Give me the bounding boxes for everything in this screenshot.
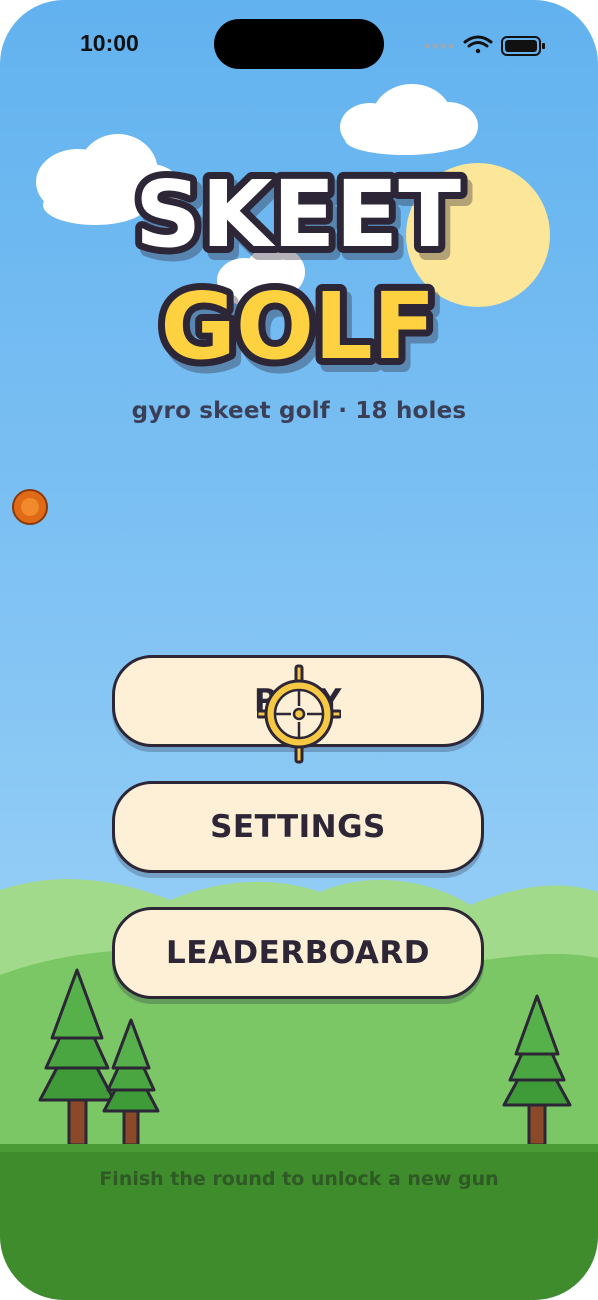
title-line1: SKEET — [135, 161, 461, 268]
leaderboard-button-label: LEADERBOARD — [166, 935, 430, 971]
game-subtitle: gyro skeet golf · 18 holes — [131, 398, 467, 424]
game-title-logo: SKEET SKEET SKEET GOLF GOLF GOLF — [128, 154, 473, 390]
unlock-hint: Finish the round to unlock a new gun — [99, 1168, 499, 1190]
dynamic-island — [214, 19, 384, 69]
wifi-icon — [463, 35, 493, 54]
status-bar: 10:00 — [0, 0, 598, 90]
play-button-label: PLAY — [254, 683, 342, 719]
leaderboard-button[interactable]: LEADERBOARD — [112, 907, 484, 999]
signal-dots-icon — [424, 43, 454, 49]
play-button[interactable]: PLAY — [112, 655, 484, 747]
status-time: 10:00 — [80, 30, 139, 56]
settings-button[interactable]: SETTINGS — [112, 781, 484, 873]
title-line2: GOLF — [160, 273, 435, 380]
status-icons — [424, 35, 545, 56]
battery-icon — [501, 36, 545, 56]
clay-target-icon — [12, 489, 48, 525]
ground-edge — [0, 1144, 598, 1152]
settings-button-label: SETTINGS — [210, 809, 386, 845]
cloud-right — [340, 84, 478, 155]
game-screen: 10:00 SKEET SKEET SKEET GOLF GOLF GOLF g… — [0, 0, 598, 1300]
